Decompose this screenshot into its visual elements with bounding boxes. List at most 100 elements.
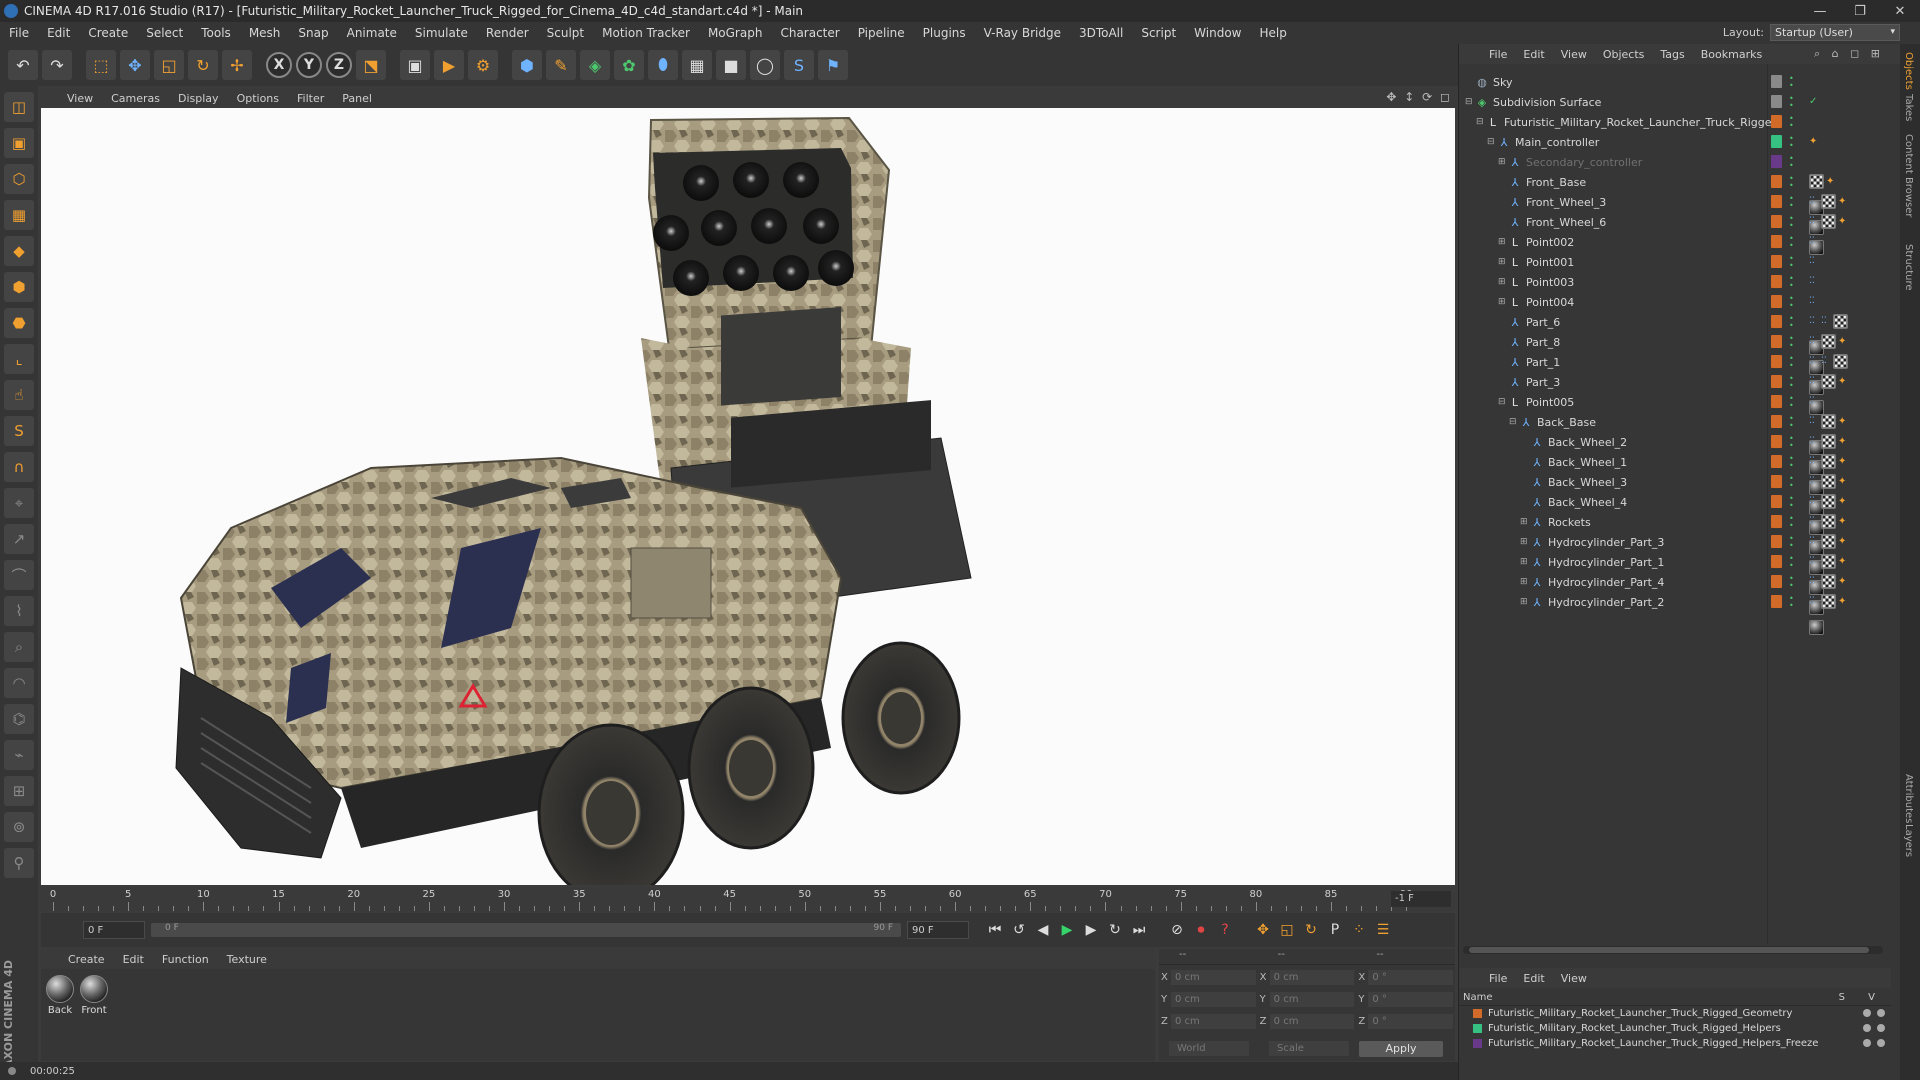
uvw-tag-icon[interactable] — [1821, 434, 1836, 449]
objects-menu-file[interactable]: File — [1481, 48, 1515, 61]
frame-range-slider[interactable]: 0 F 90 F — [151, 923, 901, 937]
visibility-dots[interactable]: • • — [1789, 175, 1795, 190]
ik-tag-icon[interactable]: ✦ — [1838, 514, 1848, 529]
object-row[interactable]: ⅄ Part_6 • • ⁚⁚ ⁚⁚ — [1459, 312, 1891, 355]
object-row[interactable]: ⊟ L Point005 • • ⁚⁚ — [1459, 392, 1891, 412]
layer-color-swatch[interactable] — [1771, 315, 1782, 328]
menu-pipeline[interactable]: Pipeline — [849, 26, 914, 40]
play-button[interactable]: ▶ — [1055, 918, 1079, 942]
left-tool-21[interactable]: ⚲ — [4, 848, 34, 878]
position-value[interactable]: 0 cm — [1171, 969, 1256, 985]
objects-menu-tags[interactable]: Tags — [1652, 48, 1692, 61]
left-tool-14[interactable]: ⌇ — [4, 596, 34, 626]
mograph-cloner-button[interactable]: ✿ — [614, 50, 644, 80]
uvw-tag-icon[interactable] — [1821, 214, 1836, 229]
next-frame-button[interactable]: ▶ — [1079, 918, 1103, 942]
visibility-dots[interactable]: • • — [1789, 495, 1795, 510]
layer-color-swatch[interactable] — [1771, 595, 1782, 608]
ik-tag-icon[interactable]: ✦ — [1838, 534, 1848, 549]
visibility-dots[interactable]: • • — [1789, 535, 1795, 550]
object-row[interactable]: ⊞ L Point001 • • ⁚⁚ — [1459, 252, 1891, 272]
coordinate-system-button[interactable]: ⬔ — [356, 50, 386, 80]
side-tab-objects[interactable]: Objects — [1903, 52, 1914, 90]
layer-color-swatch[interactable] — [1771, 235, 1782, 248]
position-field[interactable]: Y0 cm — [1161, 991, 1256, 1007]
live-selection-tool[interactable]: ⬚ — [86, 50, 116, 80]
visibility-dots[interactable]: • • — [1789, 275, 1795, 290]
weight-tag-icon[interactable]: ⁚⁚ — [1809, 334, 1819, 349]
timeline-window-button[interactable]: ☰ — [1371, 918, 1395, 942]
visibility-dots[interactable]: • • — [1789, 435, 1795, 450]
layer-color-swatch[interactable] — [1473, 1024, 1482, 1033]
rotation-field[interactable]: Z0 ° — [1358, 1013, 1454, 1029]
object-row[interactable]: ⅄ Part_8 • • ⁚⁚ ✦ — [1459, 332, 1891, 375]
subdivision-surface-button[interactable]: ◈ — [580, 50, 610, 80]
left-tool-20[interactable]: ⊚ — [4, 812, 34, 842]
position-value[interactable]: 0 cm — [1171, 991, 1256, 1007]
scale-mode-dropdown[interactable]: Scale — [1269, 1041, 1349, 1056]
left-tool-10[interactable]: ∩ — [4, 452, 34, 482]
uvw-tag-icon[interactable] — [1821, 594, 1836, 609]
menu-simulate[interactable]: Simulate — [406, 26, 477, 40]
menu-snap[interactable]: Snap — [289, 26, 337, 40]
uvw-tag-icon[interactable] — [1821, 194, 1836, 209]
objects-menu-view[interactable]: View — [1553, 48, 1595, 61]
weight-tag-icon[interactable]: ⁚⁚ — [1809, 454, 1819, 469]
layer-color-swatch[interactable] — [1473, 1009, 1482, 1018]
object-row[interactable]: ⅄ Back_Wheel_4 • • ⁚⁚ ✦ — [1459, 492, 1891, 535]
side-tab-layers[interactable]: Layers — [1903, 824, 1914, 857]
objects-menu-edit[interactable]: Edit — [1515, 48, 1552, 61]
layer-color-swatch[interactable] — [1771, 95, 1782, 108]
weight-tag-icon[interactable]: ⁚⁚ — [1809, 494, 1819, 509]
visibility-dots[interactable]: • • — [1789, 375, 1795, 390]
expand-toggle-icon[interactable]: ⊞ — [1498, 157, 1508, 167]
z-axis-lock[interactable]: Z — [326, 52, 352, 78]
expand-toggle-icon[interactable]: ⊟ — [1476, 117, 1486, 127]
object-row[interactable]: ⅄ Front_Base • • ✦ — [1459, 172, 1891, 215]
visibility-dots[interactable]: • • — [1789, 295, 1795, 310]
visibility-dots[interactable]: • • — [1789, 95, 1795, 110]
layers-menu-view[interactable]: View — [1553, 972, 1595, 985]
left-tool-4[interactable]: ◆ — [4, 236, 34, 266]
left-tool-12[interactable]: ↗ — [4, 524, 34, 554]
side-tab-content-browser[interactable]: Content Browser — [1903, 134, 1914, 217]
solo-toggle[interactable] — [1863, 1039, 1871, 1047]
visibility-dots[interactable]: • • — [1789, 235, 1795, 250]
render-picture-viewer-button[interactable]: ▶ — [434, 50, 464, 80]
viewport-menu-options[interactable]: Options — [228, 92, 288, 105]
layer-color-swatch[interactable] — [1771, 275, 1782, 288]
layer-color-swatch[interactable] — [1771, 215, 1782, 228]
size-value[interactable]: 0 cm — [1269, 969, 1355, 985]
visibility-dots[interactable]: • • — [1789, 455, 1795, 470]
go-to-start-button[interactable]: ⏮ — [983, 918, 1007, 942]
side-tab-takes[interactable]: Takes — [1903, 94, 1914, 121]
layer-row[interactable]: Futuristic_Military_Rocket_Launcher_Truc… — [1459, 1006, 1891, 1021]
transform-tool[interactable]: ✢ — [222, 50, 252, 80]
visibility-dots[interactable]: • • — [1789, 215, 1795, 230]
layer-color-swatch[interactable] — [1771, 435, 1782, 448]
key-rotation-button[interactable]: ↻ — [1299, 918, 1323, 942]
weight-tag-icon[interactable]: ⁚⁚ — [1809, 314, 1819, 329]
uvw-tag-icon[interactable] — [1821, 554, 1836, 569]
menu-window[interactable]: Window — [1185, 26, 1250, 40]
object-row[interactable]: ⅄ Back_Wheel_3 • • ⁚⁚ ✦ — [1459, 472, 1891, 515]
layer-color-swatch[interactable] — [1771, 175, 1782, 188]
object-row[interactable]: ⊟ L Futuristic_Military_Rocket_Launcher_Tr… — [1459, 112, 1891, 132]
left-tool-18[interactable]: ⌁ — [4, 740, 34, 770]
visibility-dots[interactable]: • • — [1789, 475, 1795, 490]
position-field[interactable]: X0 cm — [1161, 969, 1256, 985]
viewport-navigation-icons[interactable]: ✥ ↕ ⟳ ◻ — [1386, 90, 1452, 104]
visibility-dots[interactable]: • • — [1789, 515, 1795, 530]
layer-color-swatch[interactable] — [1771, 515, 1782, 528]
minimize-button[interactable]: — — [1800, 0, 1840, 22]
menu-tools[interactable]: Tools — [192, 26, 240, 40]
coordinate-space-dropdown[interactable]: World — [1169, 1041, 1249, 1056]
weight-tag-icon[interactable]: ⁚⁚ — [1809, 254, 1819, 269]
visibility-toggle[interactable] — [1877, 1009, 1885, 1017]
menu-3dtoall[interactable]: 3DToAll — [1070, 26, 1132, 40]
menu-render[interactable]: Render — [477, 26, 538, 40]
motion-record-button[interactable]: ⊘ — [1165, 918, 1189, 942]
ik-tag-icon[interactable]: ✦ — [1838, 494, 1848, 509]
object-row[interactable]: ⊞ ⅄ Secondary_controller • • — [1459, 152, 1891, 172]
weight-tag-icon[interactable]: ⁚⁚ — [1809, 374, 1819, 389]
